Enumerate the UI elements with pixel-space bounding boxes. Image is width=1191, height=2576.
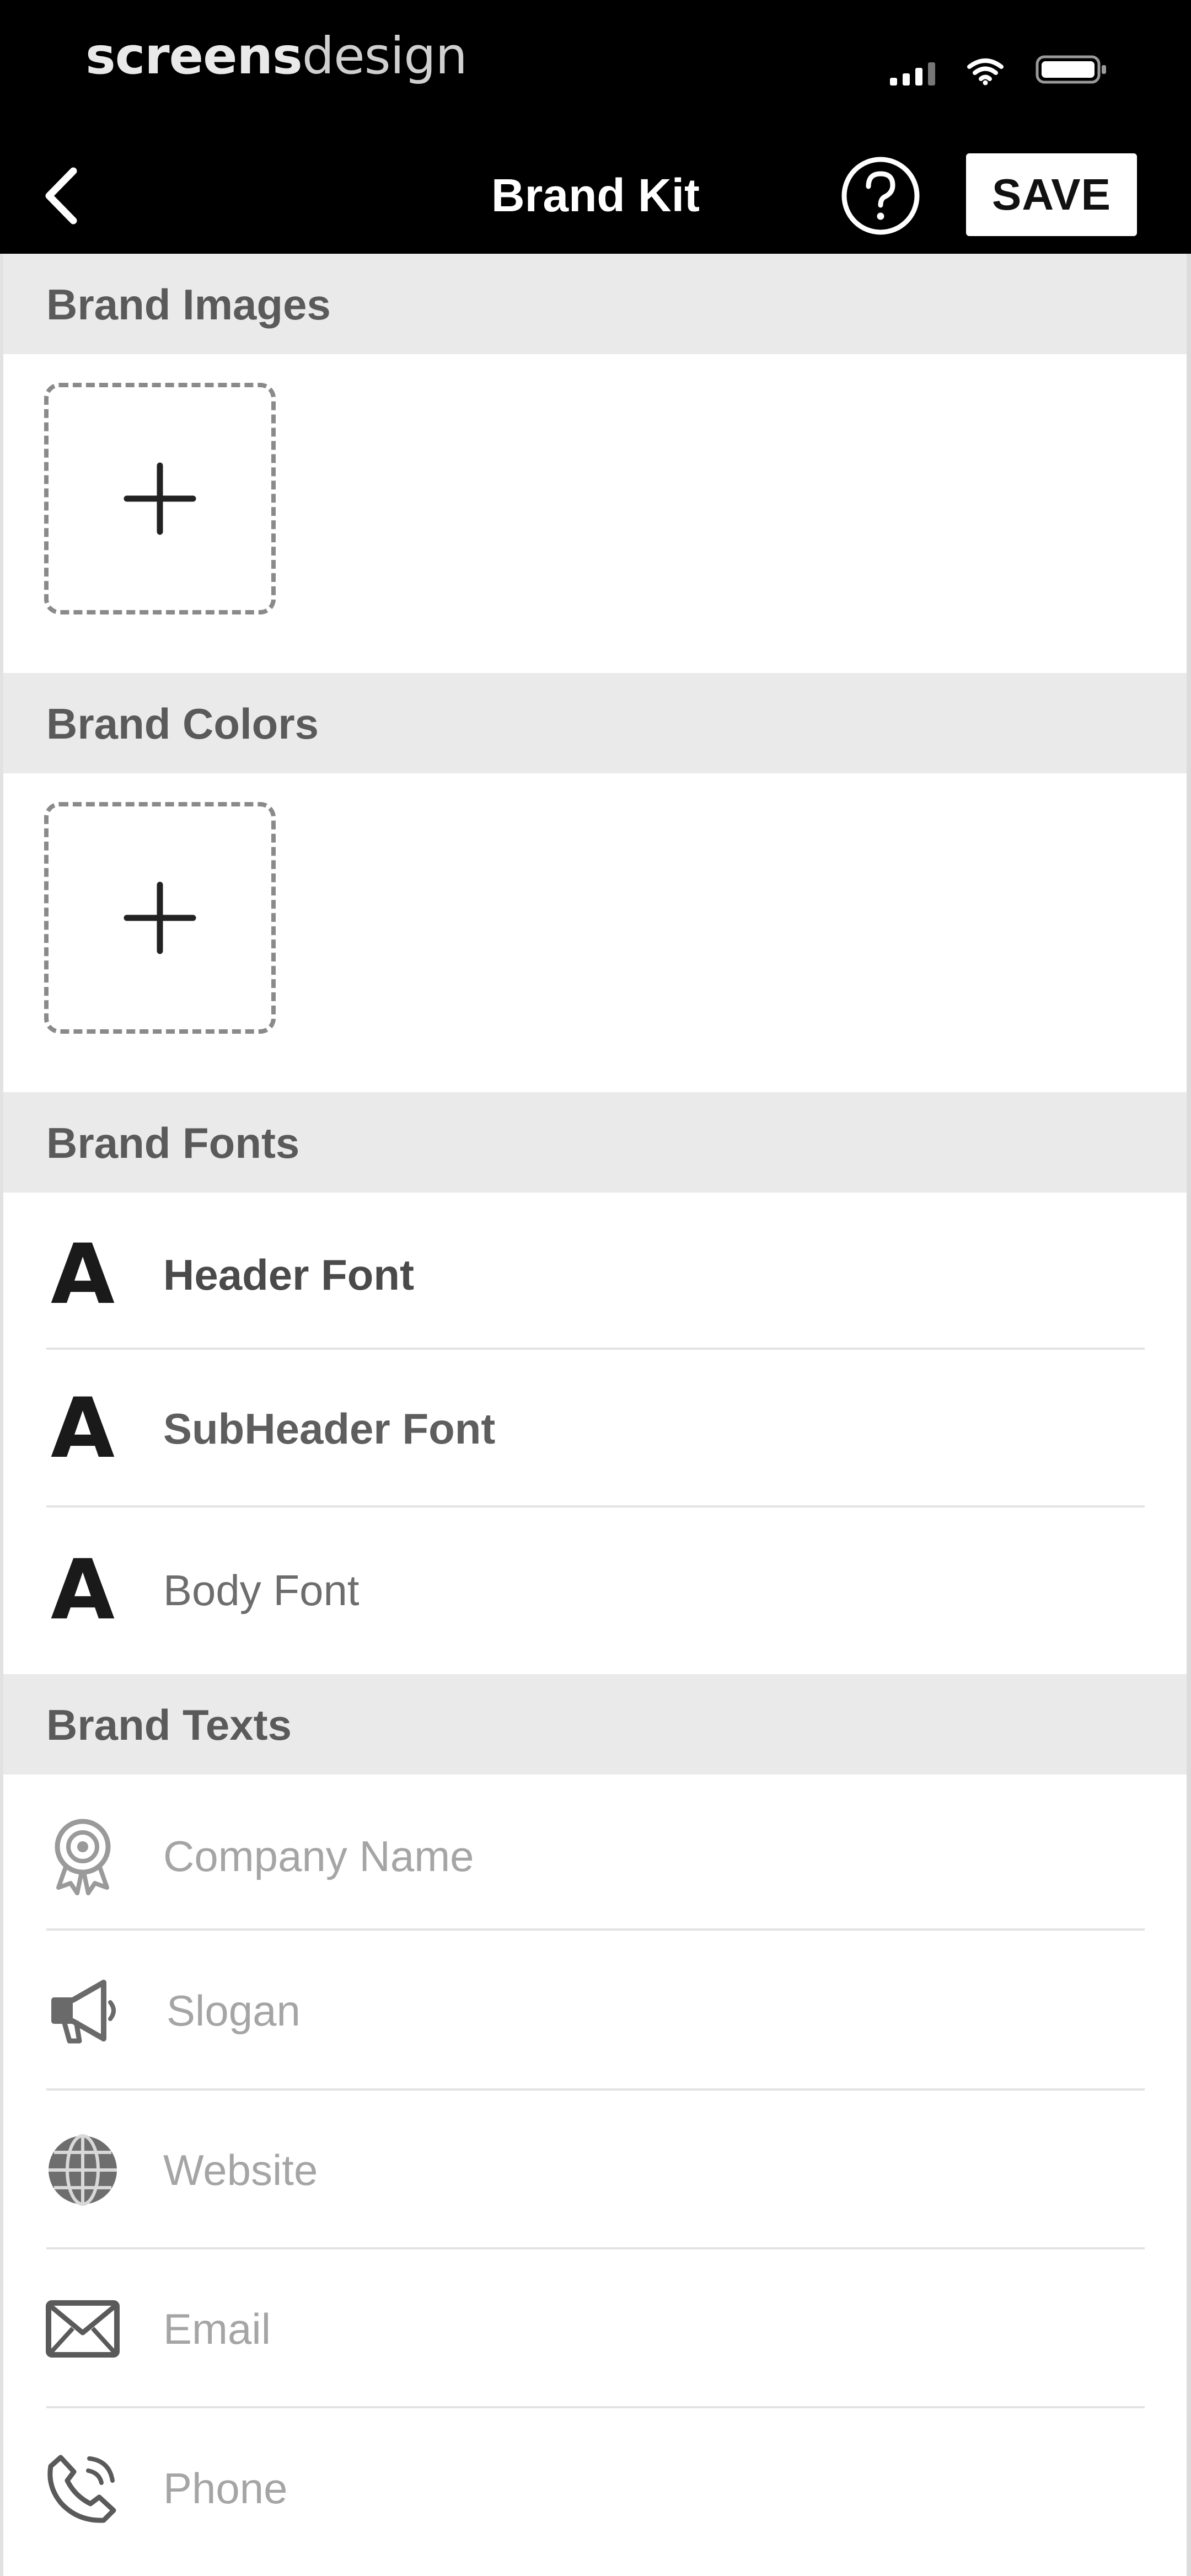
right-edge-border	[1187, 254, 1191, 2576]
slogan-field[interactable]: Slogan	[0, 1931, 1191, 2091]
globe-icon	[44, 2129, 121, 2211]
phone-field[interactable]: Phone	[0, 2408, 1191, 2568]
envelope-icon	[44, 2288, 121, 2370]
navigation-bar: Brand Kit SAVE	[0, 138, 1191, 254]
award-badge-icon	[44, 1815, 121, 1898]
font-letter-icon: A	[44, 1233, 121, 1316]
font-letter-icon: A	[44, 1387, 121, 1470]
megaphone-icon	[44, 1969, 121, 2052]
add-brand-image-button[interactable]	[44, 383, 276, 614]
font-letter-icon: A	[44, 1549, 121, 1632]
font-row-subheader[interactable]: A SubHeader Font	[0, 1350, 1191, 1508]
website-placeholder: Website	[163, 2146, 318, 2194]
section-header-brand-texts: Brand Texts	[0, 1674, 1191, 1775]
section-header-brand-fonts: Brand Fonts	[0, 1092, 1191, 1193]
help-button[interactable]	[839, 154, 922, 237]
font-row-header[interactable]: A Header Font	[0, 1200, 1191, 1350]
slogan-placeholder: Slogan	[167, 1986, 301, 2035]
font-glyph: A	[50, 1381, 115, 1477]
signal-icon	[890, 60, 935, 85]
help-circle-icon	[841, 157, 920, 235]
watermark-bold-part: screens	[85, 26, 303, 85]
email-placeholder: Email	[163, 2305, 271, 2353]
add-brand-color-button[interactable]	[44, 802, 276, 1034]
status-bar: screensdesign	[0, 0, 1191, 138]
left-edge-border	[0, 254, 3, 2576]
watermark-light-part: design	[302, 26, 468, 85]
plus-icon	[124, 462, 196, 535]
brand-kit-screen: screensdesign Brand Kit SAVE Brand Image…	[0, 0, 1191, 2576]
font-row-label: SubHeader Font	[163, 1404, 496, 1453]
plus-icon	[124, 881, 196, 954]
screensdesign-watermark: screensdesign	[85, 26, 468, 85]
section-header-brand-colors: Brand Colors	[0, 673, 1191, 773]
phone-placeholder: Phone	[163, 2464, 288, 2513]
company-name-placeholder: Company Name	[163, 1832, 474, 1880]
wifi-icon	[967, 58, 1004, 85]
company-name-field[interactable]: Company Name	[0, 1782, 1191, 1931]
font-row-body[interactable]: A Body Font	[0, 1508, 1191, 1673]
section-title: Brand Fonts	[46, 1119, 300, 1167]
section-title: Brand Images	[46, 280, 331, 329]
font-glyph: A	[50, 1542, 115, 1638]
status-icons	[890, 52, 1108, 85]
section-header-brand-images: Brand Images	[0, 254, 1191, 354]
brand-kit-content: Brand Images Brand Colors Brand Fonts A …	[0, 254, 1191, 2576]
phone-icon	[44, 2447, 121, 2530]
battery-icon	[1036, 54, 1108, 85]
email-field[interactable]: Email	[0, 2249, 1191, 2408]
section-title: Brand Texts	[46, 1701, 292, 1749]
font-row-label: Body Font	[163, 1566, 360, 1615]
website-field[interactable]: Website	[0, 2091, 1191, 2249]
save-button[interactable]: SAVE	[966, 153, 1137, 236]
section-title: Brand Colors	[46, 699, 319, 748]
font-row-label: Header Font	[163, 1250, 415, 1299]
font-glyph: A	[50, 1227, 115, 1323]
